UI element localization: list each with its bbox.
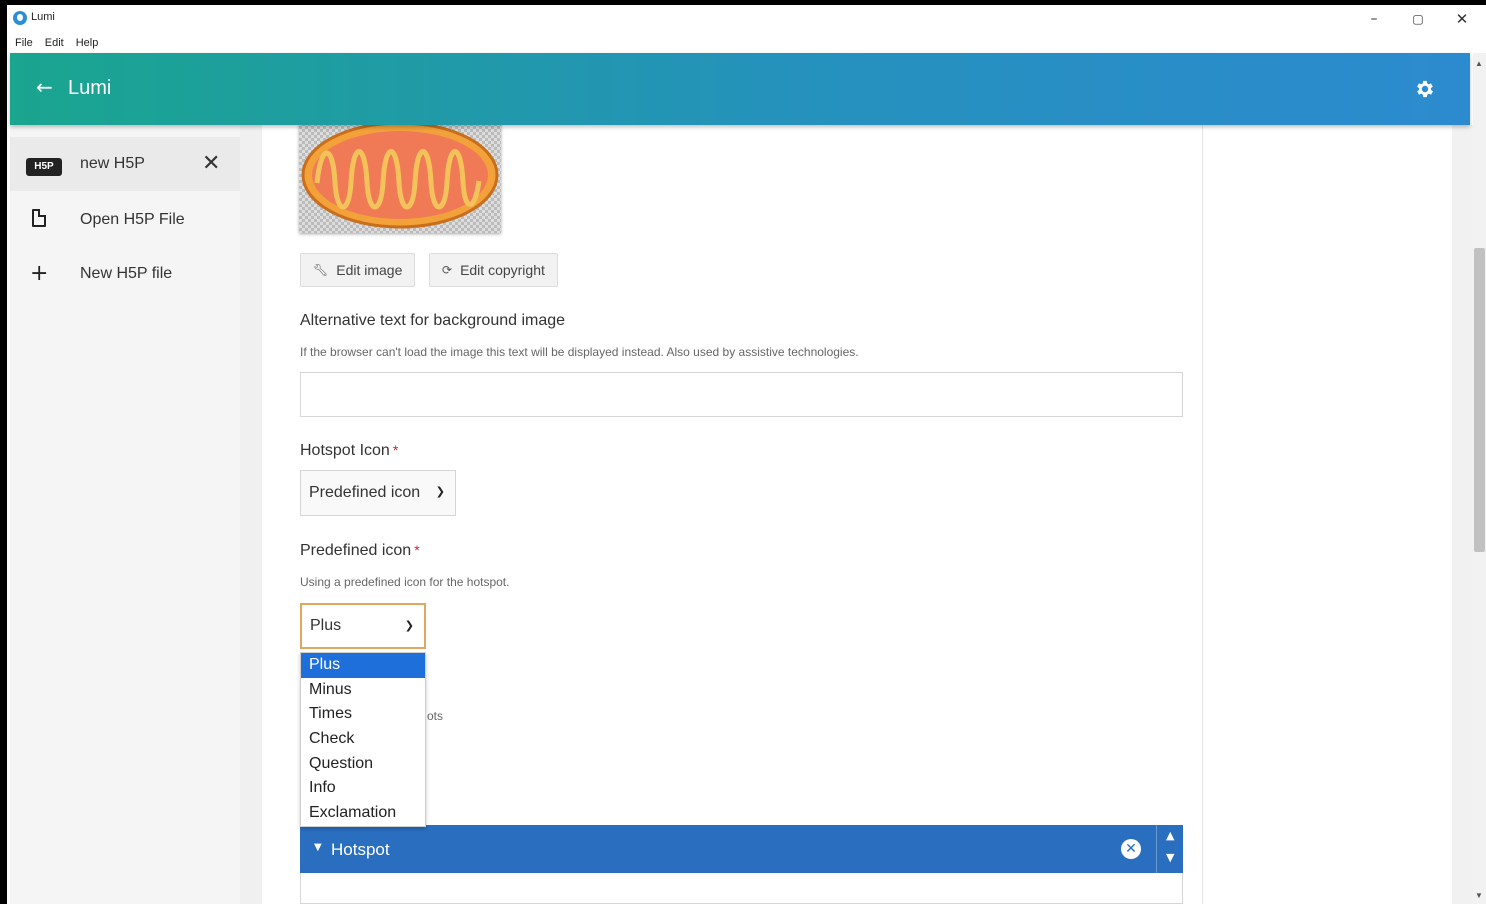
sidebar-item-open-file[interactable]: Open H5P File: [10, 193, 240, 247]
predefined-icon-description: Using a predefined icon for the hotspot.: [300, 575, 510, 589]
menu-bar: File Edit Help: [7, 33, 1486, 53]
required-marker: *: [414, 542, 420, 558]
editor-side-panel: [1202, 125, 1452, 904]
required-marker: *: [392, 442, 399, 458]
app-title: Lumi: [68, 77, 112, 99]
scroll-down-icon[interactable]: ▼: [1475, 891, 1483, 900]
edit-image-label: Edit image: [336, 262, 403, 278]
close-window-button[interactable]: ✕: [1447, 8, 1477, 30]
move-up-icon[interactable]: ▲: [1166, 829, 1174, 842]
h5p-badge-icon: H5P: [26, 158, 62, 176]
wrench-icon: 🔧︎: [313, 263, 329, 277]
dropdown-option-exclamation[interactable]: Exclamation: [301, 801, 425, 826]
divider: [1156, 825, 1157, 873]
close-tab-icon[interactable]: ✕: [202, 151, 220, 176]
dropdown-option-check[interactable]: Check: [301, 727, 425, 752]
scrollbar-thumb[interactable]: [1474, 248, 1485, 552]
remove-item-icon[interactable]: ✕: [1121, 839, 1141, 859]
plus-icon: +: [30, 261, 49, 286]
mitochondrion-image: [301, 123, 499, 229]
scrollbar-track[interactable]: [1452, 125, 1473, 904]
os-title-bar: Lumi – ▢ ✕: [7, 5, 1486, 33]
chevron-down-icon: ❯: [435, 485, 445, 498]
menu-edit[interactable]: Edit: [45, 37, 64, 49]
hotspot-group-title: Hotspot: [331, 840, 390, 859]
maximize-button[interactable]: ▢: [1403, 8, 1433, 30]
alt-text-description: If the browser can't load the image this…: [300, 345, 859, 359]
arrow-left-icon[interactable]: ←: [36, 77, 56, 97]
hotspot-group-body: [300, 873, 1183, 904]
caret-down-icon[interactable]: ▼: [314, 842, 322, 853]
dropdown-option-info[interactable]: Info: [301, 776, 425, 801]
predefined-icon-select[interactable]: Plus ❯: [300, 603, 426, 649]
sidebar-item-new-h5p[interactable]: H5P new H5P ✕: [10, 137, 240, 191]
alt-text-label: Alternative text for background image: [300, 312, 566, 329]
gear-icon[interactable]: [1414, 78, 1436, 100]
alt-text-input[interactable]: [300, 372, 1183, 417]
sidebar: H5P new H5P ✕ Open H5P File + New H5P fi…: [10, 125, 240, 904]
sidebar-item-label: New H5P file: [80, 265, 173, 282]
app-window: Lumi – ▢ ✕ File Edit Help ← Lumi H5P new…: [7, 5, 1486, 904]
edit-copyright-label: Edit copyright: [460, 262, 545, 278]
window-title: Lumi: [31, 11, 55, 23]
file-icon: [32, 209, 46, 227]
copyright-icon: ⟳: [442, 263, 453, 277]
predefined-icon-label-text: Predefined icon: [300, 542, 412, 559]
menu-file[interactable]: File: [15, 37, 33, 49]
lumi-app-icon: [13, 11, 27, 25]
dropdown-option-plus[interactable]: Plus: [301, 653, 425, 678]
move-down-icon[interactable]: ▼: [1166, 851, 1174, 864]
predefined-icon-select-value: Plus: [310, 617, 342, 634]
hotspot-icon-label: Hotspot Icon *: [300, 442, 398, 460]
predefined-icon-dropdown: Plus Minus Times Check Question Info Exc…: [300, 652, 426, 827]
dropdown-option-times[interactable]: Times: [301, 702, 425, 727]
hotspot-icon-label-text: Hotspot Icon: [300, 442, 390, 459]
dropdown-option-question[interactable]: Question: [301, 752, 425, 777]
sidebar-item-label: new H5P: [80, 155, 145, 172]
dropdown-option-minus[interactable]: Minus: [301, 678, 425, 703]
chevron-down-icon: ❯: [404, 619, 414, 632]
app-header: ← Lumi: [10, 53, 1470, 125]
scroll-up-icon[interactable]: ▲: [1475, 59, 1483, 68]
sidebar-item-label: Open H5P File: [80, 211, 185, 228]
predefined-icon-label: Predefined icon *: [300, 542, 420, 560]
sidebar-item-new-file[interactable]: + New H5P file: [10, 247, 240, 301]
edit-image-button[interactable]: 🔧︎ Edit image: [300, 253, 416, 287]
obscured-description-text: ots: [427, 709, 444, 723]
background-image-preview: [299, 123, 501, 233]
hotspot-group-header[interactable]: ▼ Hotspot ✕ ▲ ▼: [300, 825, 1183, 873]
hotspot-icon-select[interactable]: Predefined icon ❯: [300, 470, 456, 516]
minimize-button[interactable]: –: [1359, 8, 1389, 30]
hotspot-icon-select-value: Predefined icon: [309, 484, 421, 501]
editor-gutter: [240, 125, 262, 904]
edit-copyright-button[interactable]: ⟳ Edit copyright: [429, 253, 558, 287]
menu-help[interactable]: Help: [76, 37, 99, 49]
